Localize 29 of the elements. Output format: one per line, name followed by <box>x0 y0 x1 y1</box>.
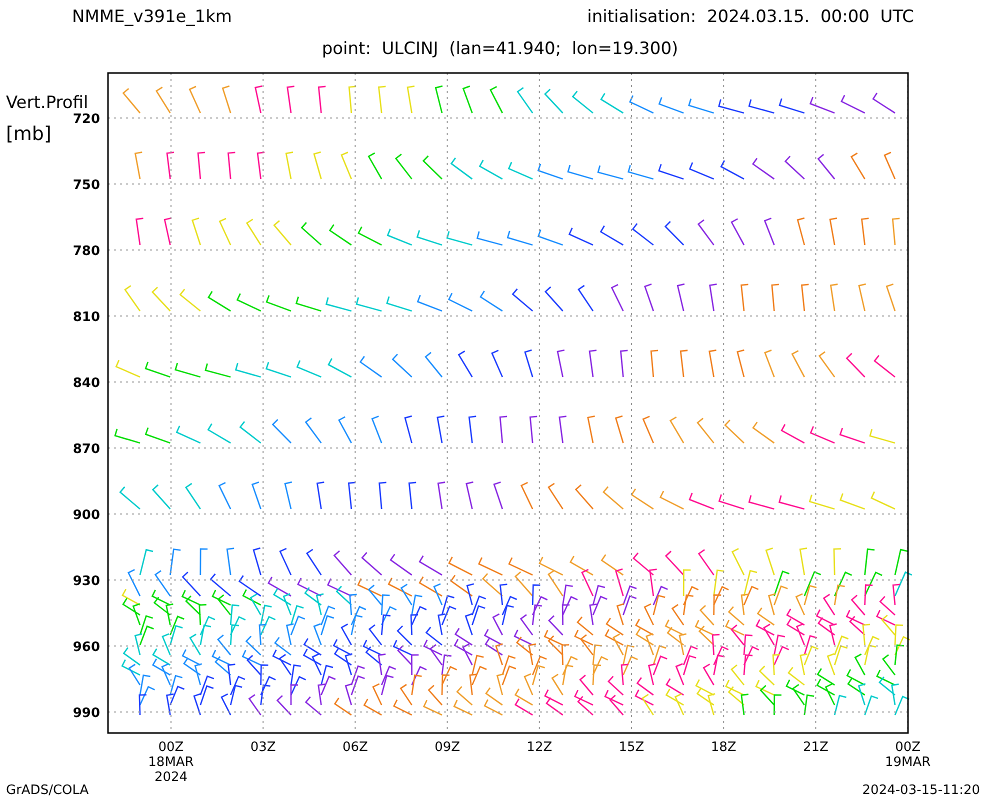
y-tick-label: 780 <box>72 244 100 259</box>
footer-timestamp: 2024-03-15-11:20 <box>862 782 980 800</box>
x-tick-label: 00Z <box>158 740 184 755</box>
x-tick-label: 00Z <box>895 740 921 755</box>
x-tick-label: 06Z <box>342 740 368 755</box>
model-name: NMME_v391e_1km <box>72 6 232 30</box>
point-title: point: ULCINJ (lan=41.940; lon=19.300) <box>322 38 678 62</box>
x-tick-label: 15Z <box>618 740 644 755</box>
y-tick-label: 930 <box>72 574 100 589</box>
y-axis-title: Vert.Profil <box>6 92 88 113</box>
x-tick-date: 2024 <box>154 770 188 780</box>
y-tick-label: 840 <box>72 376 100 391</box>
x-tick-label: 18Z <box>710 740 736 755</box>
x-tick-label: 09Z <box>434 740 460 755</box>
y-tick-label: 720 <box>72 112 100 127</box>
x-tick-date: 18MAR <box>148 754 194 770</box>
y-tick-label: 990 <box>72 706 100 721</box>
x-tick-label: 21Z <box>802 740 828 755</box>
y-tick-label: 810 <box>72 310 100 325</box>
x-tick-date: 19MAR <box>884 754 931 770</box>
x-tick-label: 12Z <box>526 740 552 755</box>
y-axis-unit: [mb] <box>6 122 52 145</box>
y-tick-label: 870 <box>72 442 100 457</box>
initialisation-time: initialisation: 2024.03.15. 00:00 UTC <box>587 6 914 30</box>
y-tick-label: 960 <box>72 640 100 655</box>
x-tick-label: 03Z <box>250 740 276 755</box>
y-tick-label: 900 <box>72 508 100 523</box>
y-tick-label: 750 <box>72 178 100 193</box>
footer-credit: GrADS/COLA <box>6 782 89 800</box>
